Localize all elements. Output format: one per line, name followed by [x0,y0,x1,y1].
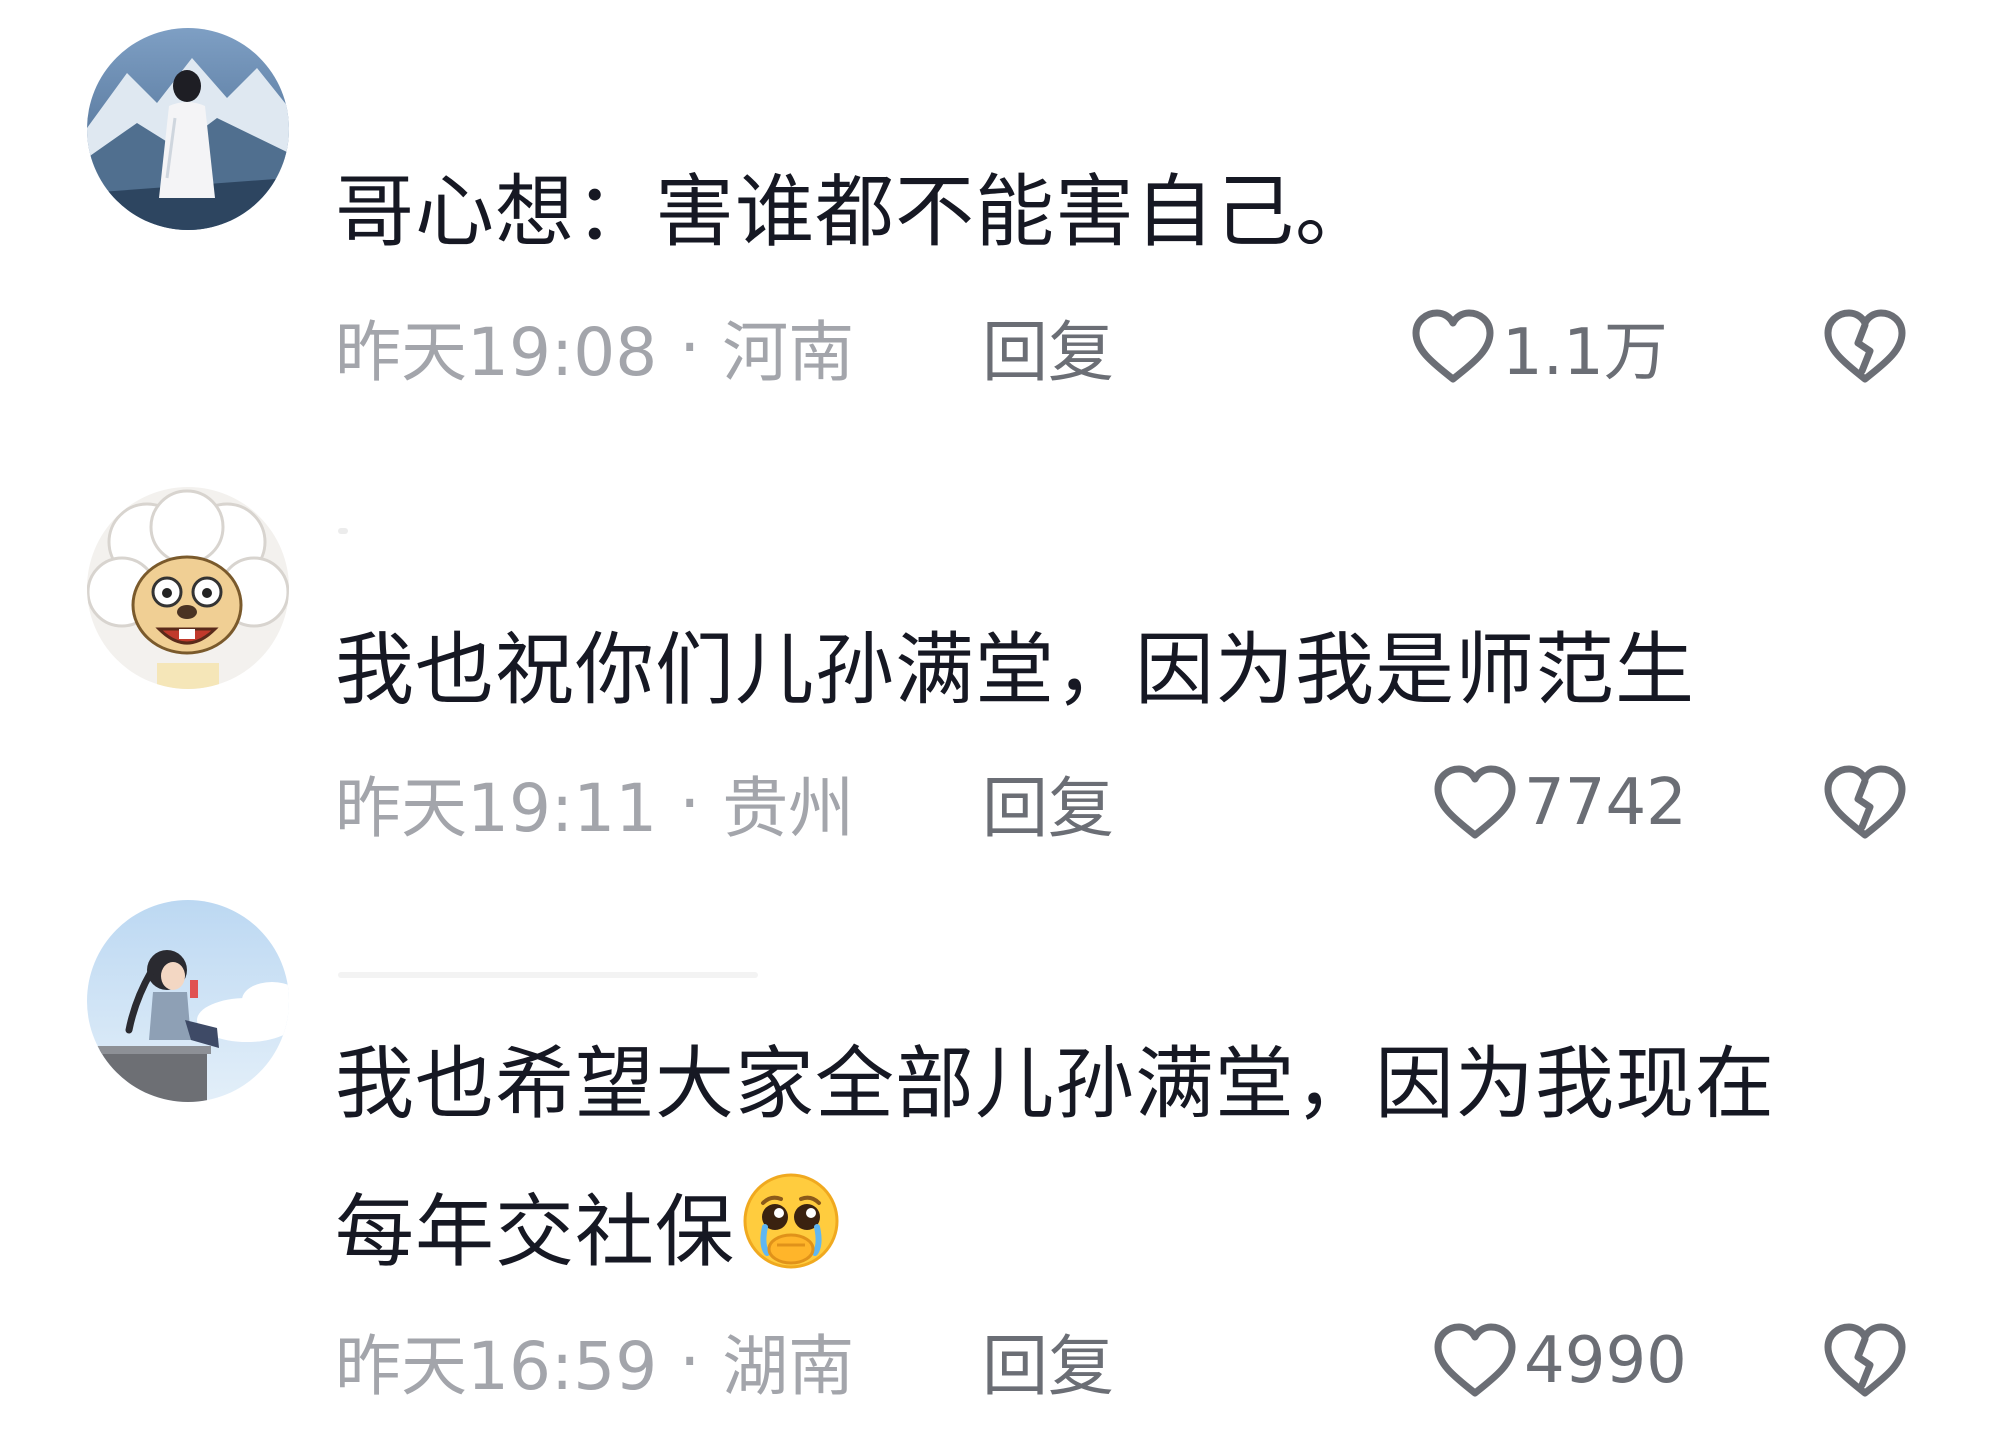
comment-text-line: 每年交社保 [335,1158,1895,1306]
comment-text: 我也希望大家全部儿孙满堂，因为我现在 每年交社保 [335,1010,1895,1306]
comment-location: 湖南 [722,1328,855,1405]
comment-time: 昨天16:59 [335,1328,658,1405]
comment-location: 贵州 [722,770,855,847]
comment-text-line-content: 每年交社保 [335,1186,735,1278]
separator: · [679,764,701,842]
user-avatar[interactable] [87,900,289,1102]
reply-button[interactable]: 回复 [982,758,1114,848]
dislike-button[interactable] [1822,758,1908,848]
comment-time: 昨天19:08 [335,314,658,391]
avatar-image [87,900,289,1102]
separator: · [679,1322,701,1400]
broken-heart-icon [1824,765,1906,839]
comment-text-line: 我也希望大家全部儿孙满堂，因为我现在 [335,1038,1775,1130]
comment-meta: 昨天19:08 · 河南 [335,302,854,392]
dislike-button[interactable] [1822,302,1908,392]
comment-location: 河南 [722,314,855,391]
like-button[interactable]: 4990 [1432,1316,1687,1406]
avatar-image [87,487,289,689]
heart-outline-icon [1412,309,1494,383]
like-count: 4990 [1524,1324,1687,1398]
separator: · [679,308,701,386]
like-count: 1.1万 [1502,316,1668,390]
like-count: 7742 [1524,766,1687,840]
username-placeholder [338,972,758,978]
like-button[interactable]: 7742 [1432,758,1687,848]
heart-outline-icon [1434,765,1516,839]
reply-button[interactable]: 回复 [982,1316,1114,1406]
dislike-button[interactable] [1822,1316,1908,1406]
comment-list: 哥心想：害谁都不能害自己。 昨天19:08 · 河南 回复 1.1万 我也祝你们… [0,0,2000,1456]
user-avatar[interactable] [87,28,289,230]
comment-text: 哥心想：害谁都不能害自己。 [335,166,1375,258]
comment-time: 昨天19:11 [335,770,658,847]
avatar-image [87,28,289,230]
like-button[interactable]: 1.1万 [1410,302,1668,392]
pleading-face-emoji [743,1173,839,1269]
username-placeholder [338,528,348,534]
comment-text: 我也祝你们儿孙满堂，因为我是师范生 [335,624,1695,716]
comment-meta: 昨天16:59 · 湖南 [335,1316,854,1406]
broken-heart-icon [1824,1323,1906,1397]
user-avatar[interactable] [87,487,289,689]
broken-heart-icon [1824,309,1906,383]
reply-button[interactable]: 回复 [982,302,1114,392]
heart-outline-icon [1434,1323,1516,1397]
comment-meta: 昨天19:11 · 贵州 [335,758,854,848]
